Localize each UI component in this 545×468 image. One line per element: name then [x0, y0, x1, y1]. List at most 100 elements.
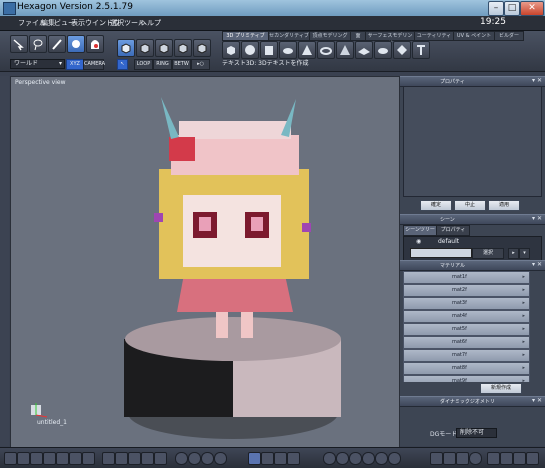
confirm-button[interactable]: 確定 [420, 200, 452, 211]
tab-3d-primitives[interactable]: 3D プリミティブ [222, 31, 269, 41]
view-6-button[interactable] [175, 452, 188, 465]
view-4-button[interactable] [141, 452, 154, 465]
disc-primitive-button[interactable] [374, 41, 392, 59]
material-item[interactable]: mat7f ▸ [403, 349, 530, 362]
cancel-button[interactable]: 中止 [454, 200, 486, 211]
render-4-button[interactable] [362, 452, 375, 465]
ghost-tool-button[interactable] [86, 35, 104, 53]
tab-scene-tree[interactable]: シーンツリー [403, 225, 437, 236]
material-item[interactable]: mat3f ▸ [403, 297, 530, 310]
face-mode-button[interactable] [155, 39, 173, 57]
vertex-mode-button[interactable] [117, 39, 135, 57]
view-1-button[interactable] [102, 452, 115, 465]
menu-display[interactable]: 表示 [71, 18, 85, 28]
cone-primitive-button[interactable] [298, 41, 316, 59]
loop-button[interactable]: LOOP [134, 59, 153, 70]
transform-4-button[interactable] [287, 452, 300, 465]
tab-face[interactable]: 面 [350, 31, 366, 41]
view-9-button[interactable] [214, 452, 227, 465]
close-icon[interactable]: ▾ ✕ [532, 215, 542, 222]
close-icon[interactable]: ▾ ✕ [532, 261, 542, 268]
select-tool-button[interactable] [10, 35, 28, 53]
pyramid-primitive-button[interactable] [336, 41, 354, 59]
lasso-tool-button[interactable] [29, 35, 47, 53]
sphere-primitive-button[interactable] [241, 41, 259, 59]
layout-7-button[interactable] [82, 452, 95, 465]
torus-primitive-button[interactable] [317, 41, 335, 59]
render-5-button[interactable] [375, 452, 388, 465]
layout-4-button[interactable] [43, 452, 56, 465]
tab-vertex-modeling[interactable]: 頂点モデリング [309, 31, 351, 41]
between-button[interactable]: BETW [172, 59, 191, 70]
render-6-button[interactable] [388, 452, 401, 465]
maximize-button[interactable]: □ [504, 1, 520, 16]
layout-1-button[interactable] [4, 452, 17, 465]
tab-builder[interactable]: ビルダー [494, 31, 524, 41]
paint-select-button[interactable] [48, 35, 66, 53]
camera-button[interactable]: CAMERA [83, 59, 105, 70]
edge-mode-button[interactable] [136, 39, 154, 57]
scene-option-1[interactable]: ▸ [508, 248, 519, 259]
close-icon[interactable]: ▾ ✕ [532, 77, 542, 84]
coordinate-dropdown[interactable]: ワールド ▾ [10, 59, 65, 69]
menu-help[interactable]: ヘルプ [140, 18, 161, 28]
tab-secondary[interactable]: セカンダリティブ [268, 31, 310, 41]
perspective-viewport[interactable]: Perspective view untitled_1 [10, 76, 400, 448]
menu-select[interactable]: 選択 [110, 18, 124, 28]
close-icon[interactable]: ▾ ✕ [532, 397, 542, 404]
scene-option-2[interactable]: ▾ [519, 248, 530, 259]
dg-mode-dropdown[interactable]: 削除不可 [456, 428, 497, 438]
new-material-button[interactable]: 新規作成 [480, 383, 522, 394]
tab-surface-modeling[interactable]: サーフェスモデリング [365, 31, 415, 47]
material-item[interactable]: mat1f ▸ [403, 271, 530, 284]
menu-edit[interactable]: 編集 [41, 18, 55, 28]
view-7-button[interactable] [188, 452, 201, 465]
display-7-button[interactable] [513, 452, 526, 465]
apply-button[interactable]: 適用 [488, 200, 520, 211]
display-1-button[interactable] [430, 452, 443, 465]
material-item[interactable]: mat4f ▸ [403, 310, 530, 323]
transform-2-button[interactable] [261, 452, 274, 465]
view-5-button[interactable] [154, 452, 167, 465]
gem-primitive-button[interactable] [393, 41, 411, 59]
layout-5-button[interactable] [56, 452, 69, 465]
material-item[interactable]: mat6f ▸ [403, 336, 530, 349]
render-2-button[interactable] [336, 452, 349, 465]
display-8-button[interactable] [526, 452, 539, 465]
render-3-button[interactable] [349, 452, 362, 465]
xyz-button[interactable]: XYZ [66, 59, 84, 70]
render-1-button[interactable] [323, 452, 336, 465]
cylinder-primitive-button[interactable] [260, 41, 278, 59]
material-item[interactable]: mat9f ▸ [403, 375, 530, 382]
magic-select-button[interactable] [67, 35, 85, 53]
transform-3-button[interactable] [274, 452, 287, 465]
scene-filter-input[interactable] [410, 248, 472, 258]
tube-primitive-button[interactable] [279, 41, 297, 59]
view-8-button[interactable] [201, 452, 214, 465]
close-button[interactable]: ✕ [520, 1, 544, 16]
layout-2-button[interactable] [17, 452, 30, 465]
material-item[interactable]: mat5f ▸ [403, 323, 530, 336]
transform-1-button[interactable] [248, 452, 261, 465]
view-2-button[interactable] [115, 452, 128, 465]
auto-mode-button[interactable] [193, 39, 211, 57]
text3d-primitive-button[interactable] [412, 41, 430, 59]
tab-scene-properties[interactable]: プロパティ [436, 225, 470, 236]
display-6-button[interactable] [500, 452, 513, 465]
ring-button[interactable]: RING [153, 59, 172, 70]
cube-primitive-button[interactable] [222, 41, 240, 59]
tab-uv-paint[interactable]: UV & ペイント [453, 31, 495, 41]
layout-6-button[interactable] [69, 452, 82, 465]
minimize-button[interactable]: – [488, 1, 504, 16]
object-mode-button[interactable] [174, 39, 192, 57]
plane-primitive-button[interactable] [355, 41, 373, 59]
layout-3-button[interactable] [30, 452, 43, 465]
scene-default-label[interactable]: default [438, 238, 459, 245]
eye-icon[interactable]: ◉ [416, 238, 421, 245]
view-3-button[interactable] [128, 452, 141, 465]
material-item[interactable]: mat8f ▸ [403, 362, 530, 375]
options-button[interactable]: ▸○ [191, 59, 210, 70]
display-3-button[interactable] [456, 452, 469, 465]
scene-select-button[interactable]: 選択 [472, 248, 504, 259]
material-item[interactable]: mat2f ▸ [403, 284, 530, 297]
